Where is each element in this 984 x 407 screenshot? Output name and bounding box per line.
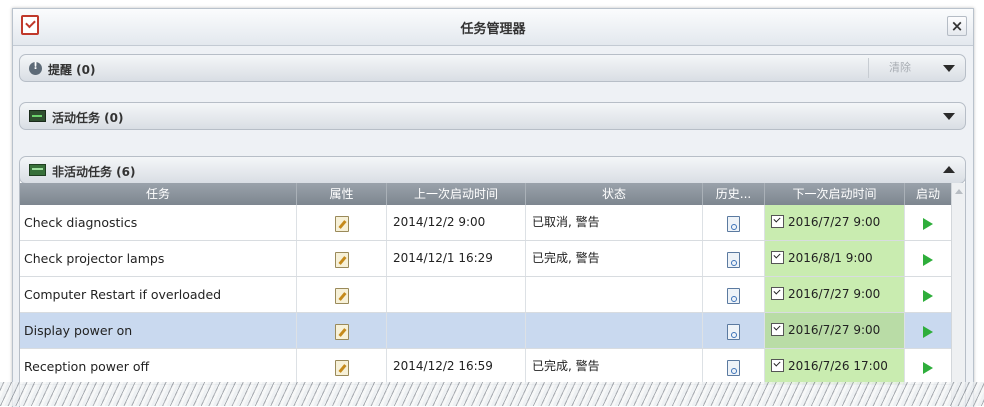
inactive-tasks-section-label: 非活动任务 (6)	[52, 165, 136, 179]
edit-properties-icon[interactable]	[334, 323, 349, 340]
next-start-checkbox[interactable]	[771, 287, 784, 300]
next-start-text: 2016/7/27 9:00	[788, 323, 881, 337]
inactive-tasks-panel: 非活动任务 (6) 任务 属性 上一次启动时间 状态 历史... 下一次启动时间…	[19, 156, 966, 407]
clear-button[interactable]: 清除	[868, 58, 931, 78]
play-icon[interactable]	[923, 217, 933, 230]
next-start-cell[interactable]: 2016/7/27 9:00	[765, 205, 905, 240]
history-icon[interactable]	[727, 359, 740, 376]
status-cell: 已完成, 警告	[526, 349, 703, 384]
column-header-status[interactable]: 状态	[526, 183, 703, 205]
edit-properties-icon[interactable]	[334, 251, 349, 268]
table-row[interactable]: Computer Restart if overloaded 2016/7/27 …	[20, 277, 951, 313]
next-start-text: 2016/7/26 17:00	[788, 359, 888, 373]
properties-cell[interactable]	[297, 205, 387, 240]
properties-cell[interactable]	[297, 349, 387, 384]
play-icon[interactable]	[923, 325, 933, 338]
last-start-cell	[387, 277, 526, 312]
alert-icon	[29, 61, 42, 75]
properties-cell[interactable]	[297, 313, 387, 348]
last-start-cell: 2014/12/2 9:00	[387, 205, 526, 240]
table-row[interactable]: Reception power off 2014/12/2 16:59 已完成, 警…	[20, 349, 951, 385]
history-cell[interactable]	[703, 205, 765, 240]
last-start-cell	[387, 313, 526, 348]
column-header-history[interactable]: 历史...	[703, 183, 765, 205]
task-name-cell: Check projector lamps	[20, 241, 297, 276]
active-tasks-section-label: 活动任务 (0)	[52, 111, 124, 125]
play-icon[interactable]	[923, 361, 933, 374]
chevron-up-icon[interactable]	[943, 166, 955, 173]
edit-properties-icon[interactable]	[334, 215, 349, 232]
properties-cell[interactable]	[297, 277, 387, 312]
edit-properties-icon[interactable]	[334, 359, 349, 376]
chevron-down-icon[interactable]	[943, 113, 955, 120]
column-header-task[interactable]: 任务	[20, 183, 297, 205]
next-start-checkbox[interactable]	[771, 359, 784, 372]
next-start-checkbox[interactable]	[771, 251, 784, 264]
alerts-section-label: 提醒 (0)	[48, 63, 96, 77]
task-name-cell: Reception power off	[20, 349, 297, 384]
status-cell: 已完成, 警告	[526, 241, 703, 276]
table-header: 任务 属性 上一次启动时间 状态 历史... 下一次启动时间 启动	[20, 183, 951, 205]
history-icon[interactable]	[727, 323, 740, 340]
start-cell[interactable]	[905, 349, 951, 384]
properties-cell[interactable]	[297, 241, 387, 276]
inactive-tasks-icon	[29, 164, 46, 176]
alerts-section-header[interactable]: 提醒 (0) 清除	[19, 54, 966, 82]
history-icon[interactable]	[727, 287, 740, 304]
start-cell[interactable]	[905, 241, 951, 276]
task-manager-window: 任务管理器 × 提醒 (0) 清除 活动任务 (0) 非活动任务 (6) 任务 …	[12, 8, 974, 407]
column-header-next-start[interactable]: 下一次启动时间	[765, 183, 905, 205]
title-bar: 任务管理器 ×	[13, 9, 973, 46]
column-header-properties[interactable]: 属性	[297, 183, 387, 205]
next-start-text: 2016/7/27 9:00	[788, 287, 881, 301]
status-cell: 已取消, 警告	[526, 205, 703, 240]
cropped-row-artifact	[0, 382, 984, 406]
vertical-scrollbar[interactable]	[951, 183, 965, 407]
active-tasks-section-header[interactable]: 活动任务 (0)	[19, 102, 966, 130]
next-start-cell[interactable]: 2016/7/26 17:00	[765, 349, 905, 384]
start-cell[interactable]	[905, 205, 951, 240]
inactive-tasks-section-header[interactable]: 非活动任务 (6)	[20, 157, 965, 184]
start-cell[interactable]	[905, 313, 951, 348]
history-icon[interactable]	[727, 251, 740, 268]
column-header-last-start[interactable]: 上一次启动时间	[387, 183, 526, 205]
status-cell	[526, 277, 703, 312]
edit-properties-icon[interactable]	[334, 287, 349, 304]
column-header-start[interactable]: 启动	[905, 183, 951, 205]
task-name-cell: Check diagnostics	[20, 205, 297, 240]
last-start-cell: 2014/12/1 16:29	[387, 241, 526, 276]
start-cell[interactable]	[905, 277, 951, 312]
next-start-cell[interactable]: 2016/7/27 9:00	[765, 313, 905, 348]
history-icon[interactable]	[727, 215, 740, 232]
table-row[interactable]: Check projector lamps 2014/12/1 16:29 已完成,…	[20, 241, 951, 277]
last-start-cell: 2014/12/2 16:59	[387, 349, 526, 384]
next-start-cell[interactable]: 2016/8/1 9:00	[765, 241, 905, 276]
activity-monitor-icon	[29, 110, 46, 122]
close-button[interactable]: ×	[947, 16, 967, 36]
next-start-checkbox[interactable]	[771, 323, 784, 336]
chevron-down-icon[interactable]	[943, 65, 955, 72]
next-start-text: 2016/7/27 9:00	[788, 215, 881, 229]
next-start-cell[interactable]: 2016/7/27 9:00	[765, 277, 905, 312]
next-start-checkbox[interactable]	[771, 215, 784, 228]
task-name-cell: Display power on	[20, 313, 297, 348]
history-cell[interactable]	[703, 349, 765, 384]
table-row[interactable]: Check diagnostics 2014/12/2 9:00 已取消, 警告 20…	[20, 205, 951, 241]
play-icon[interactable]	[923, 289, 933, 302]
next-start-text: 2016/8/1 9:00	[788, 251, 873, 265]
table-row[interactable]: Display power on 2016/7/27 9:00	[20, 313, 951, 349]
scroll-up-arrow-icon[interactable]	[955, 189, 963, 194]
history-cell[interactable]	[703, 313, 765, 348]
task-name-cell: Computer Restart if overloaded	[20, 277, 297, 312]
window-title: 任务管理器	[460, 22, 526, 37]
status-cell	[526, 313, 703, 348]
play-icon[interactable]	[923, 253, 933, 266]
history-cell[interactable]	[703, 277, 765, 312]
history-cell[interactable]	[703, 241, 765, 276]
